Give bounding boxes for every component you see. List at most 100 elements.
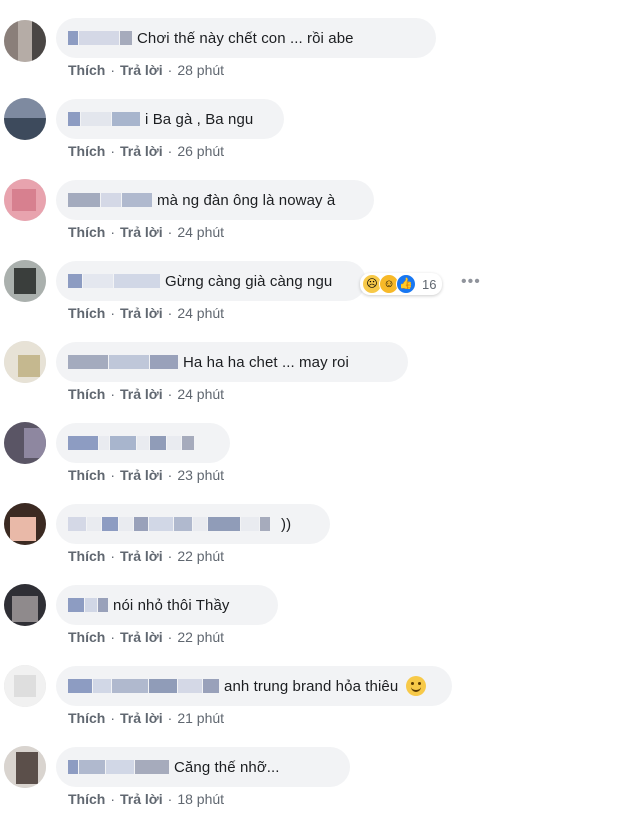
avatar[interactable] [4,503,46,545]
comment-item: Chơi thế này chết con ... rồi abe Thích … [0,0,620,81]
comment-item: mà ng đàn ông là noway à Thích · Trả lời… [0,162,620,243]
comment-actions: Thích · Trả lời · 23 phút [68,467,224,483]
like-link[interactable]: Thích [68,548,105,564]
reply-link[interactable]: Trả lời [120,548,163,564]
comment-actions: Thích · Trả lời · 28 phút [68,62,224,78]
comment-timestamp[interactable]: 26 phút [177,143,224,159]
like-link[interactable]: Thích [68,710,105,726]
comment-item: i Ba gà , Ba ngu Thích · Trả lời · 26 ph… [0,81,620,162]
reply-link[interactable]: Trả lời [120,386,163,402]
comment-bubble: Căng thế nhỡ... [56,747,350,787]
comment-text: Chơi thế này chết con ... rồi abe [137,29,354,47]
comment-item: nói nhỏ thôi Thầy Thích · Trả lời · 22 p… [0,567,620,648]
separator: · [167,629,173,645]
avatar[interactable] [4,746,46,788]
comment-text: mà ng đàn ông là noway à [157,191,336,209]
reply-link[interactable]: Trả lời [120,467,163,483]
more-options-icon[interactable]: ••• [461,273,481,291]
avatar[interactable] [4,584,46,626]
separator: · [110,386,116,402]
separator: · [167,224,173,240]
comment-bubble: mà ng đàn ông là noway à [56,180,374,220]
separator: · [167,62,173,78]
separator: · [110,629,116,645]
separator: · [167,710,173,726]
comment-bubble: nói nhỏ thôi Thầy [56,585,278,625]
blurred-author-name[interactable] [68,355,179,369]
blurred-author-name[interactable] [68,517,271,531]
comment-text: )) [281,515,292,533]
blurred-author-name[interactable] [68,274,161,288]
like-link[interactable]: Thích [68,386,105,402]
avatar[interactable] [4,20,46,62]
blurred-author-name[interactable] [68,112,141,126]
separator: · [110,791,116,807]
comment-actions: Thích · Trả lời · 22 phút [68,548,224,564]
separator: · [110,467,116,483]
reply-link[interactable]: Trả lời [120,224,163,240]
avatar[interactable] [4,98,46,140]
comment-timestamp[interactable]: 24 phút [177,224,224,240]
comment-timestamp[interactable]: 24 phút [177,386,224,402]
comment-text: Ha ha ha chet ... may roi [183,353,349,371]
comment-item: Căng thế nhỡ... Thích · Trả lời · 18 phú… [0,729,620,810]
avatar[interactable] [4,260,46,302]
separator: · [110,305,116,321]
separator: · [110,548,116,564]
reply-link[interactable]: Trả lời [120,710,163,726]
comment-text: Căng thế nhỡ... [174,758,280,776]
like-link[interactable]: Thích [68,305,105,321]
comment-timestamp[interactable]: 18 phút [177,791,224,807]
comment-timestamp[interactable]: 28 phút [177,62,224,78]
separator: · [167,467,173,483]
blurred-author-name[interactable] [68,31,133,45]
avatar[interactable] [4,179,46,221]
blurred-author-name[interactable] [68,436,195,450]
like-link[interactable]: Thích [68,629,105,645]
avatar[interactable] [4,422,46,464]
reply-link[interactable]: Trả lời [120,791,163,807]
reply-link[interactable]: Trả lời [120,143,163,159]
like-link[interactable]: Thích [68,467,105,483]
comment-timestamp[interactable]: 23 phút [177,467,224,483]
comment-item: )) Thích · Trả lời · 22 phút [0,486,620,567]
reply-link[interactable]: Trả lời [120,62,163,78]
like-reaction-icon: 👍 [396,274,416,294]
comment-bubble: )) [56,504,330,544]
comment-actions: Thích · Trả lời · 21 phút [68,710,224,726]
comment-actions: Thích · Trả lời · 18 phút [68,791,224,807]
comment-timestamp[interactable]: 21 phút [177,710,224,726]
blurred-author-name[interactable] [68,760,170,774]
like-link[interactable]: Thích [68,143,105,159]
like-link[interactable]: Thích [68,791,105,807]
comment-text: Gừng càng già càng ngu [165,272,333,290]
blurred-author-name[interactable] [68,679,220,693]
avatar[interactable] [4,665,46,707]
reply-link[interactable]: Trả lời [120,629,163,645]
comment-actions: Thích · Trả lời · 24 phút [68,305,224,321]
comment-text: i Ba gà , Ba ngu [145,110,254,128]
comment-item: Ha ha ha chet ... may roi Thích · Trả lờ… [0,324,620,405]
comment-timestamp[interactable]: 24 phút [177,305,224,321]
comment-item: anh trung brand hỏa thiêu Thích · Trả lờ… [0,648,620,729]
separator: · [110,710,116,726]
blurred-author-name[interactable] [68,193,153,207]
separator: · [110,143,116,159]
like-link[interactable]: Thích [68,62,105,78]
comment-bubble [56,423,230,463]
separator: · [167,548,173,564]
reply-link[interactable]: Trả lời [120,305,163,321]
comment-bubble: i Ba gà , Ba ngu [56,99,284,139]
comment-item: Thích · Trả lời · 23 phút [0,405,620,486]
separator: · [167,305,173,321]
comment-actions: Thích · Trả lời · 22 phút [68,629,224,645]
comment-timestamp[interactable]: 22 phút [177,629,224,645]
reaction-summary[interactable]: ☹ ☺ 👍 16 [360,273,443,295]
blurred-author-name[interactable] [68,598,109,612]
comment-bubble: Chơi thế này chết con ... rồi abe [56,18,436,58]
comment-timestamp[interactable]: 22 phút [177,548,224,564]
separator: · [110,62,116,78]
separator: · [167,386,173,402]
avatar[interactable] [4,341,46,383]
like-link[interactable]: Thích [68,224,105,240]
